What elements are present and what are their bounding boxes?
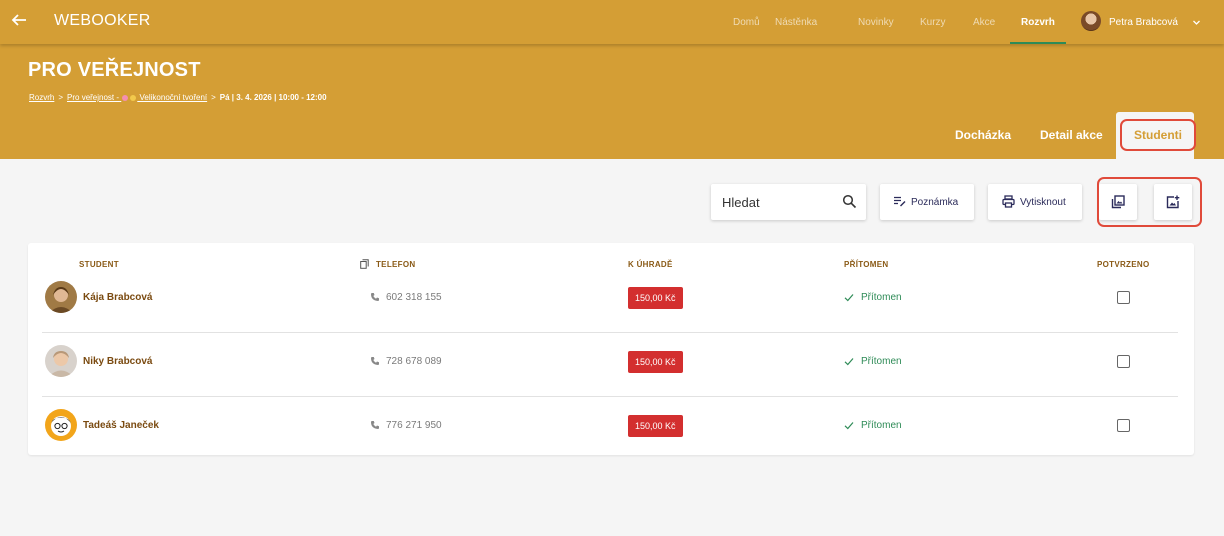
- chevron-down-icon[interactable]: [1192, 18, 1201, 27]
- add-photo-icon: [1166, 195, 1180, 209]
- phone-icon: [371, 293, 379, 301]
- column-header-confirmed[interactable]: POTVRZENO: [1097, 260, 1149, 269]
- student-avatar: [45, 281, 77, 313]
- column-header-student[interactable]: STUDENT: [79, 260, 119, 269]
- breadcrumb-event-prefix: Pro veřejnost -: [67, 93, 120, 102]
- table-row[interactable]: Kája Brabcová 602 318 155 150,00 Kč Přít…: [28, 269, 1194, 333]
- user-avatar[interactable]: [1081, 11, 1101, 31]
- page-title: PRO VEŘEJNOST: [28, 59, 201, 81]
- confirmed-checkbox[interactable]: [1117, 355, 1130, 368]
- student-name[interactable]: Tadeáš Janeček: [83, 420, 159, 431]
- chick-emoji-icon: [130, 94, 137, 101]
- app-brand[interactable]: WEBOOKER: [54, 12, 151, 30]
- search-field[interactable]: [711, 184, 866, 220]
- user-name[interactable]: Petra Brabcová: [1109, 17, 1178, 28]
- print-button[interactable]: Vytisknout: [988, 184, 1082, 220]
- attendance-status[interactable]: Přítomen: [861, 420, 902, 431]
- student-phone[interactable]: 728 678 089: [386, 356, 442, 367]
- search-icon[interactable]: [842, 194, 857, 209]
- note-icon: [894, 196, 906, 207]
- note-button[interactable]: Poznámka: [880, 184, 974, 220]
- student-phone[interactable]: 602 318 155: [386, 292, 442, 303]
- student-name[interactable]: Kája Brabcová: [83, 292, 152, 303]
- back-arrow-icon[interactable]: [10, 11, 28, 29]
- tab-dochazka[interactable]: Docházka: [955, 128, 1011, 142]
- students-table: STUDENT TELEFON K ÚHRADĚ PŘÍTOMEN POTVRZ…: [28, 243, 1194, 455]
- print-icon: [1002, 195, 1015, 208]
- tab-studenti[interactable]: Studenti: [1120, 119, 1196, 151]
- search-input[interactable]: [711, 184, 836, 220]
- attendance-status[interactable]: Přítomen: [861, 292, 902, 303]
- price-badge: 150,00 Kč: [628, 287, 683, 309]
- column-header-phone[interactable]: TELEFON: [376, 260, 415, 269]
- copy-icon[interactable]: [360, 259, 369, 269]
- top-app-bar: WEBOOKER Domů Nástěnka Novinky Kurzy Akc…: [0, 0, 1224, 44]
- breadcrumb-separator: >: [211, 93, 216, 102]
- check-icon: [844, 422, 854, 430]
- breadcrumb-separator: >: [58, 93, 64, 102]
- page-header: PRO VEŘEJNOST Rozvrh > Pro veřejnost - Vel…: [0, 44, 1224, 159]
- price-badge: 150,00 Kč: [628, 415, 683, 437]
- confirmed-checkbox[interactable]: [1117, 419, 1130, 432]
- add-photo-button[interactable]: [1154, 184, 1192, 220]
- check-icon: [844, 358, 854, 366]
- column-header-present[interactable]: PŘÍTOMEN: [844, 260, 888, 269]
- price-badge: 150,00 Kč: [628, 351, 683, 373]
- gallery-icon: [1111, 195, 1125, 209]
- student-avatar: [45, 409, 77, 441]
- confirmed-checkbox[interactable]: [1117, 291, 1130, 304]
- breadcrumb-current: Pá | 3. 4. 2026 | 10:00 - 12:00: [219, 93, 327, 102]
- tab-detail-akce[interactable]: Detail akce: [1040, 128, 1103, 142]
- breadcrumb-link-rozvrh[interactable]: Rozvrh: [29, 93, 54, 102]
- heart-emoji-icon: [122, 94, 129, 101]
- attendance-status[interactable]: Přítomen: [861, 356, 902, 367]
- student-phone[interactable]: 776 271 950: [386, 420, 442, 431]
- phone-icon: [371, 357, 379, 365]
- column-header-to-pay[interactable]: K ÚHRADĚ: [628, 260, 673, 269]
- note-button-label: Poznámka: [911, 197, 959, 208]
- nav-item-rozvrh[interactable]: Rozvrh: [1010, 0, 1066, 44]
- print-button-label: Vytisknout: [1020, 197, 1066, 208]
- table-row[interactable]: Tadeáš Janeček 776 271 950 150,00 Kč Pří…: [28, 397, 1194, 461]
- phone-icon: [371, 421, 379, 429]
- breadcrumb: Rozvrh > Pro veřejnost - Velikonoční tvoře…: [29, 93, 327, 102]
- student-avatar: [45, 345, 77, 377]
- student-name[interactable]: Niky Brabcová: [83, 356, 152, 367]
- table-row[interactable]: Niky Brabcová 728 678 089 150,00 Kč Přít…: [28, 333, 1194, 397]
- gallery-button[interactable]: [1099, 184, 1137, 220]
- check-icon: [844, 294, 854, 302]
- breadcrumb-event-suffix: Velikonoční tvoření: [139, 93, 208, 102]
- breadcrumb-link-event[interactable]: Pro veřejnost - Velikonoční tvoření: [67, 93, 207, 102]
